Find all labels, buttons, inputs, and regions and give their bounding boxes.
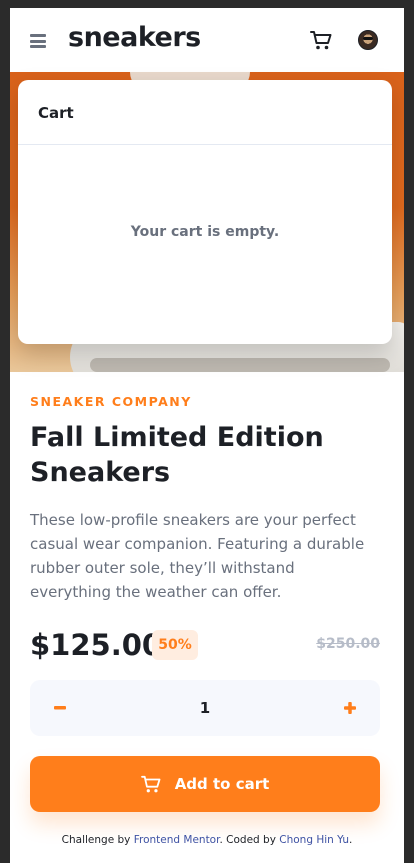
- original-price: $250.00: [316, 636, 380, 652]
- cart-empty-message: Your cart is empty.: [130, 224, 280, 240]
- minus-icon: [54, 706, 66, 710]
- attribution-prefix: Challenge by: [61, 834, 134, 846]
- add-to-cart-button[interactable]: Add to cart: [30, 756, 380, 812]
- current-price: $125.00: [30, 628, 163, 662]
- product-description: These low-profile sneakers are your perf…: [30, 511, 365, 601]
- cart-title: Cart: [38, 104, 74, 122]
- discount-badge: 50%: [152, 630, 198, 660]
- attribution: Challenge by Frontend Mentor. Coded by C…: [10, 834, 404, 846]
- cart-dropdown: Cart Your cart is empty.: [18, 80, 392, 344]
- cart-divider: [18, 144, 392, 145]
- author-link[interactable]: Chong Hin Yu: [279, 834, 349, 846]
- product-title: Fall Limited Edition Sneakers: [30, 422, 324, 488]
- decrease-quantity-button[interactable]: [32, 680, 88, 736]
- cart-icon: [140, 775, 161, 793]
- company-name: SNEAKER COMPANY: [30, 394, 192, 409]
- attribution-suffix: .: [349, 834, 353, 846]
- quantity-stepper: 1: [30, 680, 380, 736]
- frontend-mentor-link[interactable]: Frontend Mentor: [134, 834, 220, 846]
- plus-icon: [344, 702, 356, 714]
- increase-quantity-button[interactable]: [322, 680, 378, 736]
- logo[interactable]: sneakers: [68, 22, 201, 53]
- add-to-cart-label: Add to cart: [174, 775, 270, 793]
- attribution-middle: . Coded by: [219, 834, 280, 846]
- app-frame: sneakers Cart Your cart is empty. SNEAKE…: [10, 8, 404, 863]
- user-avatar[interactable]: [358, 30, 378, 50]
- cart-icon[interactable]: [310, 30, 332, 50]
- site-header: sneakers: [10, 8, 404, 72]
- hamburger-menu-icon[interactable]: [30, 34, 46, 48]
- sneaker-image-sole: [90, 358, 390, 372]
